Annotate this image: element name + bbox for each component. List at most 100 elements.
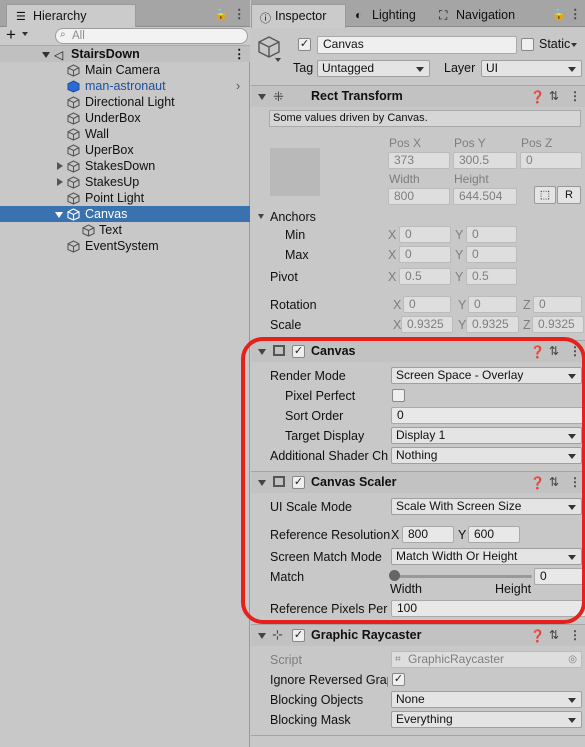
scale-z-field[interactable]: 0.9325 — [532, 316, 584, 333]
list-item[interactable]: Text — [0, 222, 250, 238]
add-dropdown-arrow-icon[interactable] — [22, 32, 28, 36]
list-item[interactable]: StakesUp — [0, 174, 250, 190]
list-item[interactable]: Main Camera — [0, 62, 250, 78]
raw-edit-button[interactable]: R — [557, 186, 581, 204]
fold-arrow-icon[interactable] — [258, 349, 266, 355]
preset-icon[interactable]: ⇅ — [549, 628, 559, 642]
canvas-enabled-checkbox[interactable]: ✓ — [292, 345, 305, 358]
blocking-objects-dropdown[interactable]: None — [391, 691, 582, 708]
anchor-min-y-field[interactable]: 0 — [466, 226, 517, 243]
canvas-scaler-header[interactable]: ✓ Canvas Scaler ❓ ⇅ ⋮ — [251, 471, 585, 493]
static-dropdown-arrow-icon[interactable] — [571, 43, 577, 47]
list-item[interactable]: Wall — [0, 126, 250, 142]
screen-match-mode-dropdown[interactable]: Match Width Or Height — [391, 548, 582, 565]
tab-inspector[interactable]: ⓘ Inspector — [251, 4, 346, 28]
fold-arrow-icon[interactable] — [258, 480, 266, 486]
object-name-field[interactable]: Canvas — [317, 36, 517, 54]
kebab-menu-icon[interactable]: ⋮ — [569, 6, 582, 21]
list-item[interactable]: man-astronaut › — [0, 78, 250, 94]
list-item[interactable]: Point Light — [0, 190, 250, 206]
match-value-field[interactable]: 0 — [534, 568, 585, 585]
search-input[interactable]: All — [55, 28, 248, 44]
active-checkbox[interactable]: ✓ — [298, 38, 311, 51]
tab-hierarchy[interactable]: ☰ Hierarchy — [6, 4, 136, 28]
pivot-y-field[interactable]: 0.5 — [466, 268, 517, 285]
layer-dropdown[interactable]: UI — [481, 60, 582, 77]
add-icon[interactable]: + — [6, 25, 16, 45]
script-field[interactable]: ⌗ GraphicRaycaster ◎ — [391, 651, 582, 668]
chevron-right-icon[interactable]: › — [236, 78, 240, 94]
rect-transform-header[interactable]: ⁜ Rect Transform ❓ ⇅ ⋮ — [251, 85, 585, 107]
anchor-max-y-field[interactable]: 0 — [466, 246, 517, 263]
kebab-menu-icon[interactable]: ⋮ — [233, 6, 246, 21]
anchor-min-x-field[interactable]: 0 — [399, 226, 451, 243]
render-mode-dropdown[interactable]: Screen Space - Overlay — [391, 367, 582, 384]
list-item-label: StakesDown — [85, 159, 156, 173]
list-item[interactable]: UnderBox — [0, 110, 250, 126]
fold-arrow-icon[interactable] — [258, 633, 266, 639]
match-slider-track[interactable] — [394, 575, 532, 578]
scale-y-field[interactable]: 0.9325 — [466, 316, 519, 333]
help-icon[interactable]: ❓ — [530, 90, 545, 104]
pivot-x-field[interactable]: 0.5 — [399, 268, 451, 285]
tag-dropdown[interactable]: Untagged — [317, 60, 430, 77]
ui-scale-mode-dropdown[interactable]: Scale With Screen Size — [391, 498, 582, 515]
additional-shader-channels-dropdown[interactable]: Nothing — [391, 447, 582, 464]
icon-dropdown-arrow-icon[interactable] — [275, 58, 281, 62]
component-menu-icon[interactable]: ⋮ — [569, 89, 581, 103]
scale-x-field[interactable]: 0.9325 — [401, 316, 453, 333]
blueprint-mode-button[interactable]: ⬚ — [534, 186, 556, 204]
expand-arrow-icon[interactable] — [57, 162, 63, 170]
help-icon[interactable]: ❓ — [530, 345, 545, 359]
graphic-raycaster-enabled-checkbox[interactable]: ✓ — [292, 629, 305, 642]
preset-icon[interactable]: ⇅ — [549, 89, 559, 103]
reference-resolution-y-field[interactable]: 600 — [468, 526, 520, 543]
canvas-component-header[interactable]: ✓ Canvas ❓ ⇅ ⋮ — [251, 340, 585, 362]
blocking-mask-dropdown[interactable]: Everything — [391, 711, 582, 728]
scene-row[interactable]: ◁ StairsDown ⋮ — [0, 46, 250, 62]
component-menu-icon[interactable]: ⋮ — [569, 628, 581, 642]
anchor-max-x-field[interactable]: 0 — [399, 246, 451, 263]
scene-menu-icon[interactable]: ⋮ — [233, 46, 246, 62]
match-slider-thumb[interactable] — [389, 570, 400, 581]
object-picker-icon[interactable]: ◎ — [568, 652, 577, 667]
pixel-perfect-checkbox[interactable] — [392, 389, 405, 402]
preset-icon[interactable]: ⇅ — [549, 475, 559, 489]
pos-x-field[interactable]: 373 — [388, 152, 450, 169]
target-display-dropdown[interactable]: Display 1 — [391, 427, 582, 444]
tab-lighting[interactable]: ◐ Lighting — [350, 4, 440, 28]
expand-arrow-icon[interactable] — [55, 212, 63, 218]
expand-arrow-icon[interactable] — [57, 178, 63, 186]
pos-y-field[interactable]: 300.5 — [453, 152, 517, 169]
rotation-y-field[interactable]: 0 — [468, 296, 517, 313]
rotation-x-field[interactable]: 0 — [403, 296, 451, 313]
preset-icon[interactable]: ⇅ — [549, 344, 559, 358]
component-menu-icon[interactable]: ⋮ — [569, 344, 581, 358]
height-field[interactable]: 644.504 — [453, 188, 517, 205]
sort-order-field[interactable]: 0 — [391, 407, 585, 424]
graphic-raycaster-header[interactable]: ⊹ ✓ Graphic Raycaster ❓ ⇅ ⋮ — [251, 624, 585, 646]
help-icon[interactable]: ❓ — [530, 476, 545, 490]
list-item-selected[interactable]: Canvas — [0, 206, 250, 222]
expand-arrow-icon[interactable] — [42, 52, 50, 58]
canvas-scaler-enabled-checkbox[interactable]: ✓ — [292, 476, 305, 489]
reference-resolution-x-field[interactable]: 800 — [402, 526, 454, 543]
lock-icon[interactable]: 🔒 — [214, 8, 228, 21]
help-icon[interactable]: ❓ — [530, 629, 545, 643]
list-item[interactable]: StakesDown — [0, 158, 250, 174]
component-menu-icon[interactable]: ⋮ — [569, 475, 581, 489]
fold-arrow-icon[interactable] — [258, 94, 266, 100]
anchor-preset-widget[interactable] — [270, 148, 320, 196]
static-checkbox[interactable] — [521, 38, 534, 51]
reference-pixels-per-unit-field[interactable]: 100 — [391, 600, 585, 617]
width-field[interactable]: 800 — [388, 188, 450, 205]
pos-z-field[interactable]: 0 — [520, 152, 582, 169]
rotation-z-field[interactable]: 0 — [533, 296, 582, 313]
list-item[interactable]: Directional Light — [0, 94, 250, 110]
tab-navigation[interactable]: ⛶ Navigation — [437, 4, 537, 28]
ignore-reversed-graphics-checkbox[interactable]: ✓ — [392, 673, 405, 686]
lock-icon[interactable]: 🔒 — [552, 8, 566, 21]
anchors-fold-arrow-icon[interactable] — [258, 214, 264, 219]
list-item[interactable]: EventSystem — [0, 238, 250, 254]
list-item[interactable]: UperBox — [0, 142, 250, 158]
